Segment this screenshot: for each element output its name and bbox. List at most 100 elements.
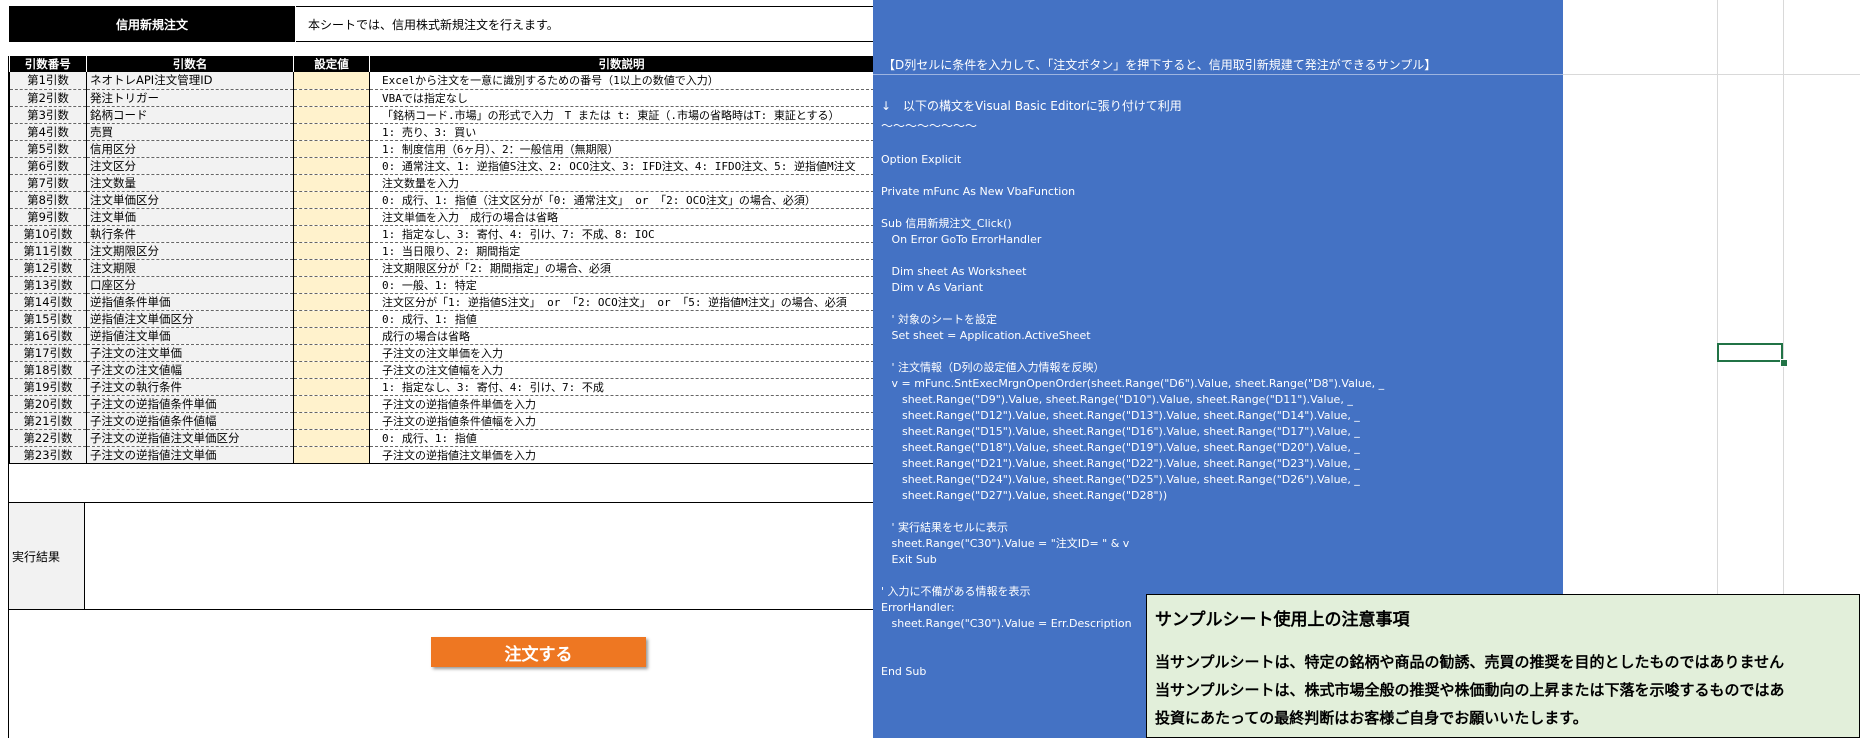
column-header-name[interactable]: 引数名 <box>86 56 294 72</box>
param-value-input[interactable] <box>293 208 370 226</box>
param-description-cell[interactable]: 0: 成行、1: 指値 <box>369 429 874 447</box>
param-description-cell[interactable]: 注文期限区分が「2: 期間指定」の場合、必須 <box>369 259 874 277</box>
param-number-cell[interactable]: 第10引数 <box>9 225 87 243</box>
selected-cell[interactable] <box>1717 343 1783 362</box>
fill-handle[interactable] <box>1780 359 1788 367</box>
param-value-input[interactable] <box>293 327 370 345</box>
param-name-cell[interactable]: 注文期限 <box>86 259 294 277</box>
param-description-cell[interactable]: 「銘柄コード.市場」の形式で入力 T または t: 東証（.市場の省略時はT: … <box>369 106 874 124</box>
param-value-input[interactable] <box>293 276 370 294</box>
param-description-cell[interactable]: 子注文の逆指値条件単価を入力 <box>369 395 874 413</box>
param-description-cell[interactable]: VBAでは指定なし <box>369 89 874 107</box>
param-name-cell[interactable]: 信用区分 <box>86 140 294 158</box>
param-description-cell[interactable]: 1: 売り、3: 買い <box>369 123 874 141</box>
param-number-cell[interactable]: 第6引数 <box>9 157 87 175</box>
param-value-input[interactable] <box>293 242 370 260</box>
param-value-input[interactable] <box>293 429 370 447</box>
param-number-cell[interactable]: 第20引数 <box>9 395 87 413</box>
param-name-cell[interactable]: 発注トリガー <box>86 89 294 107</box>
param-description-cell[interactable]: 子注文の注文単価を入力 <box>369 344 874 362</box>
param-value-input[interactable] <box>293 259 370 277</box>
param-name-cell[interactable]: 子注文の逆指値注文単価区分 <box>86 429 294 447</box>
param-number-cell[interactable]: 第17引数 <box>9 344 87 362</box>
param-name-cell[interactable]: 注文期限区分 <box>86 242 294 260</box>
param-number-cell[interactable]: 第23引数 <box>9 446 87 464</box>
param-value-input[interactable] <box>293 174 370 192</box>
param-name-cell[interactable]: 注文単価 <box>86 208 294 226</box>
param-number-cell[interactable]: 第22引数 <box>9 429 87 447</box>
param-number-cell[interactable]: 第9引数 <box>9 208 87 226</box>
column-header-number[interactable]: 引数番号 <box>9 56 87 72</box>
param-value-input[interactable] <box>293 123 370 141</box>
param-name-cell[interactable]: 売買 <box>86 123 294 141</box>
param-number-cell[interactable]: 第14引数 <box>9 293 87 311</box>
param-name-cell[interactable]: 子注文の注文値幅 <box>86 361 294 379</box>
param-number-cell[interactable]: 第12引数 <box>9 259 87 277</box>
order-button[interactable]: 注文する <box>431 637 646 667</box>
param-value-input[interactable] <box>293 395 370 413</box>
param-number-cell[interactable]: 第4引数 <box>9 123 87 141</box>
param-number-cell[interactable]: 第13引数 <box>9 276 87 294</box>
param-description-cell[interactable]: 0: 成行、1: 指値 <box>369 310 874 328</box>
param-description-cell[interactable]: 1: 当日限り、2: 期間指定 <box>369 242 874 260</box>
param-description-cell[interactable]: 1: 制度信用（6ヶ月）、2：一般信用（無期限） <box>369 140 874 158</box>
param-value-input[interactable] <box>293 446 370 464</box>
param-value-input[interactable] <box>293 310 370 328</box>
param-number-cell[interactable]: 第18引数 <box>9 361 87 379</box>
param-name-cell[interactable]: 子注文の逆指値条件単価 <box>86 395 294 413</box>
param-description-cell[interactable]: 子注文の注文値幅を入力 <box>369 361 874 379</box>
sheet-description-cell[interactable]: 本シートでは、信用株式新規注文を行えます。 <box>296 6 873 42</box>
param-name-cell[interactable]: 口座区分 <box>86 276 294 294</box>
result-label[interactable]: 実行結果 <box>9 503 85 609</box>
param-description-cell[interactable]: 子注文の逆指値注文単価を入力 <box>369 446 874 464</box>
param-name-cell[interactable]: 注文数量 <box>86 174 294 192</box>
param-name-cell[interactable]: 子注文の逆指値条件値幅 <box>86 412 294 430</box>
param-description-cell[interactable]: 1: 指定なし、3: 寄付、4: 引け、7: 不成、8: IOC <box>369 225 874 243</box>
param-name-cell[interactable]: 逆指値注文単価 <box>86 327 294 345</box>
param-description-cell[interactable]: 1: 指定なし、3: 寄付、4: 引け、7: 不成 <box>369 378 874 396</box>
param-number-cell[interactable]: 第8引数 <box>9 191 87 209</box>
param-value-input[interactable] <box>293 140 370 158</box>
param-description-cell[interactable]: 注文数量を入力 <box>369 174 874 192</box>
column-header-description[interactable]: 引数説明 <box>369 56 874 72</box>
param-number-cell[interactable]: 第16引数 <box>9 327 87 345</box>
param-description-cell[interactable]: 0: 一般、1: 特定 <box>369 276 874 294</box>
param-value-input[interactable] <box>293 293 370 311</box>
param-number-cell[interactable]: 第7引数 <box>9 174 87 192</box>
param-description-cell[interactable]: 0: 成行、1: 指値（注文区分が「0: 通常注文」 or 「2: OCO注文」… <box>369 191 874 209</box>
param-name-cell[interactable]: 逆指値条件単価 <box>86 293 294 311</box>
param-number-cell[interactable]: 第3引数 <box>9 106 87 124</box>
column-header-value[interactable]: 設定値 <box>293 56 370 72</box>
param-value-input[interactable] <box>293 106 370 124</box>
sheet-title-cell[interactable]: 信用新規注文 <box>9 6 295 42</box>
param-description-cell[interactable]: 成行の場合は省略 <box>369 327 874 345</box>
param-name-cell[interactable]: 注文単価区分 <box>86 191 294 209</box>
param-value-input[interactable] <box>293 344 370 362</box>
param-value-input[interactable] <box>293 72 370 90</box>
param-number-cell[interactable]: 第5引数 <box>9 140 87 158</box>
param-value-input[interactable] <box>293 378 370 396</box>
param-number-cell[interactable]: 第1引数 <box>9 72 87 90</box>
param-value-input[interactable] <box>293 89 370 107</box>
param-value-input[interactable] <box>293 157 370 175</box>
param-name-cell[interactable]: 執行条件 <box>86 225 294 243</box>
param-name-cell[interactable]: 子注文の執行条件 <box>86 378 294 396</box>
result-value-cell[interactable] <box>86 503 872 609</box>
param-description-cell[interactable]: 注文単価を入力 成行の場合は省略 <box>369 208 874 226</box>
param-name-cell[interactable]: 子注文の注文単価 <box>86 344 294 362</box>
param-description-cell[interactable]: 0: 通常注文、1: 逆指値S注文、2: OCO注文、3: IFD注文、4: I… <box>369 157 874 175</box>
param-value-input[interactable] <box>293 225 370 243</box>
param-name-cell[interactable]: ネオトレAPI注文管理ID <box>86 72 294 90</box>
param-value-input[interactable] <box>293 191 370 209</box>
param-description-cell[interactable]: Excelから注文を一意に識別するための番号（1以上の数値で入力） <box>369 72 874 90</box>
param-description-cell[interactable]: 子注文の逆指値条件値幅を入力 <box>369 412 874 430</box>
param-name-cell[interactable]: 銘柄コード <box>86 106 294 124</box>
param-number-cell[interactable]: 第15引数 <box>9 310 87 328</box>
param-description-cell[interactable]: 注文区分が「1: 逆指値S注文」 or 「2: OCO注文」 or 「5: 逆指… <box>369 293 874 311</box>
param-value-input[interactable] <box>293 361 370 379</box>
param-number-cell[interactable]: 第11引数 <box>9 242 87 260</box>
param-number-cell[interactable]: 第2引数 <box>9 89 87 107</box>
param-name-cell[interactable]: 子注文の逆指値注文単価 <box>86 446 294 464</box>
param-name-cell[interactable]: 注文区分 <box>86 157 294 175</box>
param-number-cell[interactable]: 第21引数 <box>9 412 87 430</box>
